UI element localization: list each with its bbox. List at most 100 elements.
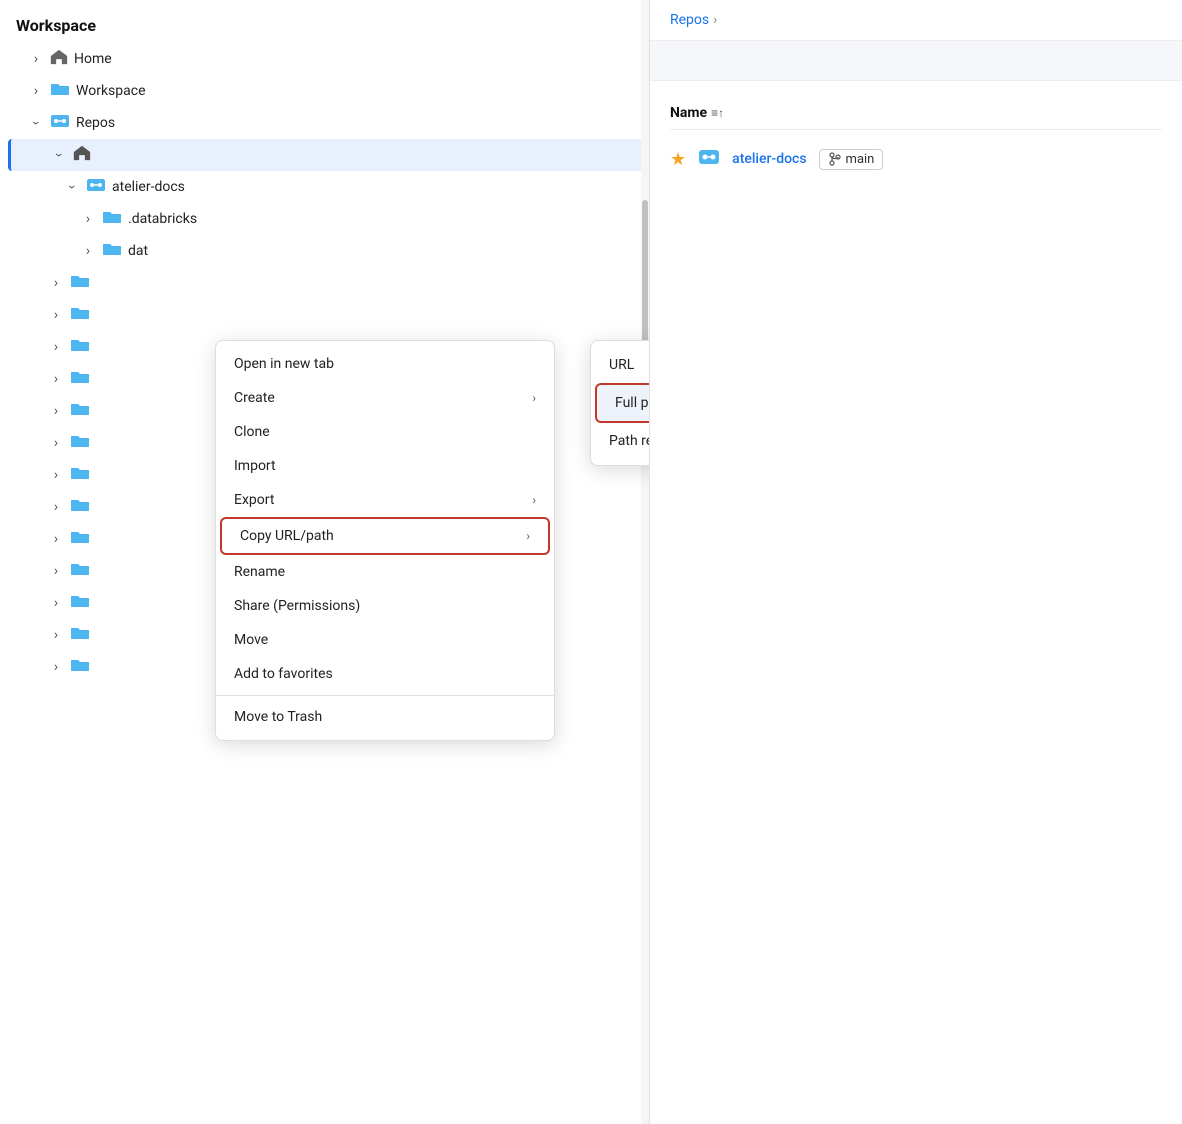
menu-item-move-trash[interactable]: Move to Trash <box>216 700 554 734</box>
menu-label-copy-url: Copy URL/path <box>240 528 334 544</box>
submenu-label-url: URL <box>609 357 634 373</box>
tree-item-home[interactable]: Home <box>8 43 649 75</box>
right-header: Repos › <box>650 0 1182 41</box>
folder-11-icon <box>64 593 96 613</box>
menu-label-move-trash: Move to Trash <box>234 709 322 725</box>
menu-label-add-favorites: Add to favorites <box>234 666 333 682</box>
chevron-f2 <box>48 307 64 323</box>
submenu-label-full-path: Full path <box>615 395 650 411</box>
scrollbar[interactable] <box>641 0 649 1124</box>
menu-label-clone: Clone <box>234 424 270 440</box>
folder-8-icon <box>64 497 96 517</box>
chevron-f10 <box>48 563 64 579</box>
repo-icon <box>44 113 76 133</box>
menu-label-open-new-tab: Open in new tab <box>234 356 334 372</box>
folder-10-icon <box>64 561 96 581</box>
tree-label-home: Home <box>74 51 112 67</box>
chevron-f11 <box>48 595 64 611</box>
folder-3-icon <box>64 337 96 357</box>
repo-row: ★ atelier-docs main <box>670 138 1162 180</box>
chevron-f12 <box>48 627 64 643</box>
star-icon[interactable]: ★ <box>670 149 686 170</box>
menu-item-import[interactable]: Import <box>216 449 554 483</box>
folder-12-icon <box>64 625 96 645</box>
tree-item-repos[interactable]: Repos <box>8 107 649 139</box>
right-content: Name ≡↑ ★ atelier-docs <box>650 81 1182 196</box>
tree-label-repos: Repos <box>76 115 115 131</box>
tree-item-folder-2[interactable] <box>8 299 649 331</box>
submenu-copy-url: URL Full path ☛ Path relative to Root <box>590 340 650 466</box>
folder-13-icon <box>64 657 96 677</box>
chevron-f6 <box>48 435 64 451</box>
menu-label-export: Export <box>234 492 274 508</box>
submenu-item-url[interactable]: URL <box>591 347 650 383</box>
menu-item-share[interactable]: Share (Permissions) <box>216 589 554 623</box>
folder-9-icon <box>64 529 96 549</box>
branch-badge: main <box>819 149 884 170</box>
tree-item-repos-home[interactable] <box>8 139 649 171</box>
chevron-create-icon: › <box>532 391 536 405</box>
tree-label-databricks: .databricks <box>128 211 197 227</box>
chevron-repos <box>28 115 44 131</box>
chevron-copy-url-icon: › <box>526 529 530 543</box>
tree-item-workspace[interactable]: Workspace <box>8 75 649 107</box>
repo-name-label[interactable]: atelier-docs <box>732 151 806 167</box>
breadcrumb-separator: › <box>713 12 717 28</box>
menu-item-rename[interactable]: Rename <box>216 555 554 589</box>
tree-label-atelier-docs: atelier-docs <box>112 179 185 195</box>
tree-item-dat[interactable]: dat <box>8 235 649 267</box>
folder-1-icon <box>64 273 96 293</box>
chevron-f8 <box>48 499 64 515</box>
context-menu: Open in new tab Create › Clone Import Ex… <box>215 340 555 741</box>
left-panel: Workspace Home Workspace <box>0 0 650 1124</box>
menu-item-add-favorites[interactable]: Add to favorites <box>216 657 554 691</box>
folder-5-icon <box>64 401 96 421</box>
menu-label-share: Share (Permissions) <box>234 598 360 614</box>
menu-divider <box>216 695 554 696</box>
menu-item-open-new-tab[interactable]: Open in new tab <box>216 347 554 381</box>
chevron-dat <box>80 243 96 259</box>
chevron-f3 <box>48 339 64 355</box>
menu-item-copy-url[interactable]: Copy URL/path › <box>220 517 550 555</box>
right-toolbar <box>650 41 1182 81</box>
atelier-docs-icon <box>80 177 112 197</box>
folder-2-icon <box>64 305 96 325</box>
menu-item-export[interactable]: Export › <box>216 483 554 517</box>
chevron-export-icon: › <box>532 493 536 507</box>
folder-dat-icon <box>96 241 128 261</box>
folder-7-icon <box>64 465 96 485</box>
folder-workspace-icon <box>44 81 76 101</box>
tree-item-folder-1[interactable] <box>8 267 649 299</box>
menu-item-clone[interactable]: Clone <box>216 415 554 449</box>
table-header: Name ≡↑ <box>670 97 1162 130</box>
breadcrumb-repos[interactable]: Repos <box>670 12 709 28</box>
repo-row-icon <box>698 148 720 170</box>
tree-item-atelier-docs[interactable]: atelier-docs <box>8 171 649 203</box>
chevron-f4 <box>48 371 64 387</box>
submenu-item-full-path[interactable]: Full path ☛ <box>595 383 650 423</box>
sort-icon[interactable]: ≡↑ <box>711 106 724 120</box>
chevron-f13 <box>48 659 64 675</box>
tree-label-workspace: Workspace <box>76 83 146 99</box>
menu-label-import: Import <box>234 458 276 474</box>
chevron-f9 <box>48 531 64 547</box>
menu-label-move: Move <box>234 632 268 648</box>
chevron-f5 <box>48 403 64 419</box>
tree-label-dat: dat <box>128 243 148 259</box>
tree-item-databricks[interactable]: .databricks <box>8 203 649 235</box>
menu-item-move[interactable]: Move <box>216 623 554 657</box>
submenu-item-path-relative[interactable]: Path relative to Root <box>591 423 650 459</box>
col-name-header: Name ≡↑ <box>670 105 724 121</box>
repos-home-icon <box>67 145 97 165</box>
chevron-databricks <box>80 211 96 227</box>
chevron-f1 <box>48 275 64 291</box>
col-name-label: Name <box>670 105 707 121</box>
folder-4-icon <box>64 369 96 389</box>
menu-item-create[interactable]: Create › <box>216 381 554 415</box>
home-icon <box>44 49 74 69</box>
chevron-atelier-docs <box>64 179 80 195</box>
submenu-label-path-relative: Path relative to Root <box>609 433 650 449</box>
branch-label: main <box>846 152 875 167</box>
workspace-title: Workspace <box>0 0 649 43</box>
chevron-home <box>28 51 44 67</box>
